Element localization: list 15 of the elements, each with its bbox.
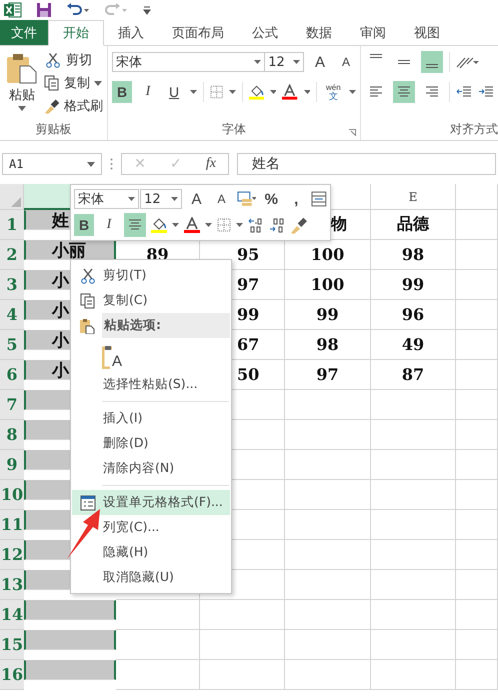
table-cell: 品德: [371, 210, 456, 240]
table-cell: 49: [371, 330, 456, 360]
table-cell: 98: [285, 330, 371, 360]
table-cell: 小丽: [24, 240, 116, 260]
table-cell: 99: [371, 270, 456, 300]
table-cell: 99: [285, 300, 371, 330]
menu-heading: 粘贴选项:: [102, 313, 230, 338]
table-cell: 97: [285, 360, 371, 390]
group-label: 字体: [221, 121, 247, 138]
table-cell: 87: [371, 360, 456, 390]
table-cell: 96: [371, 300, 456, 330]
group-label: 剪贴板: [34, 121, 72, 138]
table-cell: 98: [371, 240, 456, 270]
group-label: 对齐方式: [450, 121, 498, 138]
table-cell: 100: [285, 270, 371, 300]
